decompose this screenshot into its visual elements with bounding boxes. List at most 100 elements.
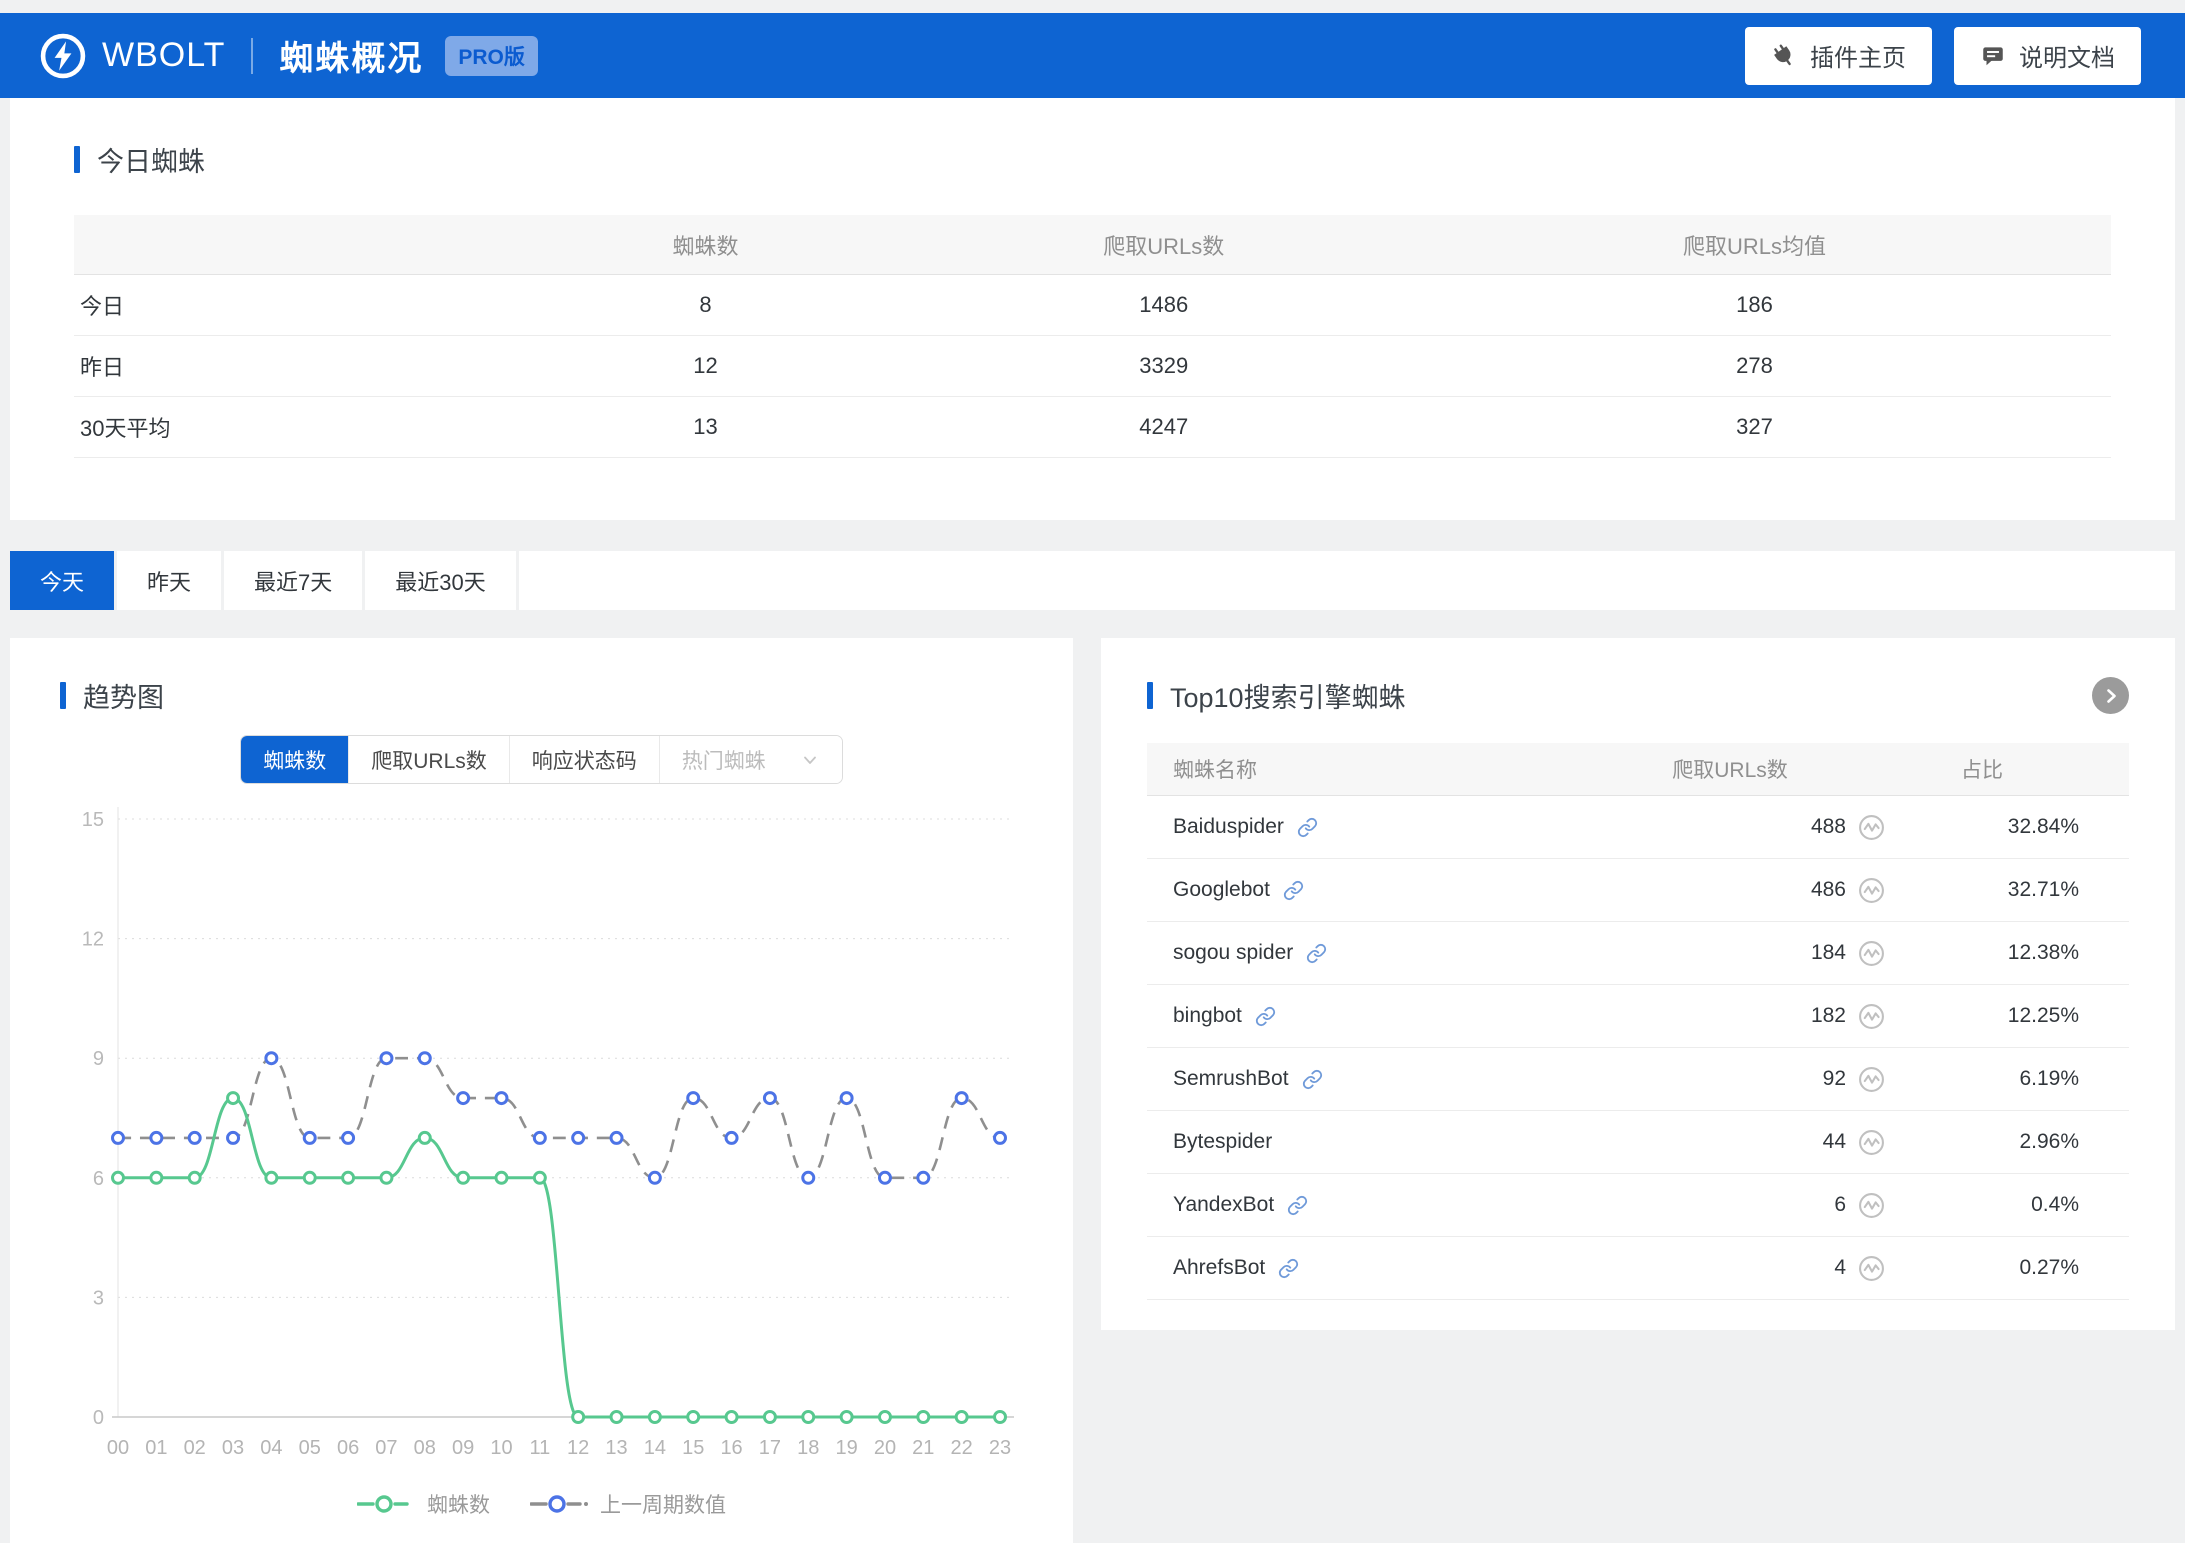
range-tab-今天[interactable]: 今天 bbox=[10, 551, 114, 610]
spider-name: AhrefsBot bbox=[1173, 1256, 1265, 1280]
top10-section-title-text: Top10搜索引擎蜘蛛 bbox=[1170, 676, 1406, 715]
svg-text:16: 16 bbox=[720, 1437, 742, 1459]
top10-table-header: 蜘蛛名称爬取URLs数占比 bbox=[1147, 743, 2129, 796]
spider-percent: 6.19% bbox=[2019, 1067, 2079, 1091]
trend-icon[interactable] bbox=[1858, 1066, 1885, 1093]
svg-text:6: 6 bbox=[93, 1168, 104, 1190]
stats-value: 8 bbox=[481, 275, 929, 336]
link-icon[interactable] bbox=[1297, 817, 1318, 838]
stats-value: 1486 bbox=[930, 275, 1399, 336]
chart-tab-响应状态码[interactable]: 响应状态码 bbox=[510, 736, 660, 783]
legend-item-蜘蛛数[interactable]: 蜘蛛数 bbox=[357, 1489, 490, 1519]
svg-text:07: 07 bbox=[375, 1437, 397, 1459]
top10-column-header: 占比 bbox=[1885, 754, 2115, 784]
svg-text:01: 01 bbox=[145, 1437, 167, 1459]
trend-icon[interactable] bbox=[1858, 1192, 1885, 1219]
trend-section-title-text: 趋势图 bbox=[83, 676, 164, 715]
link-icon[interactable] bbox=[1283, 880, 1304, 901]
brand-divider bbox=[251, 38, 253, 74]
trend-icon[interactable] bbox=[1858, 814, 1885, 841]
spider-urls-cell: 92 bbox=[1575, 1066, 1885, 1093]
trend-icon[interactable] bbox=[1858, 940, 1885, 967]
trend-section-title: 趋势图 bbox=[60, 676, 1023, 715]
svg-text:04: 04 bbox=[260, 1437, 282, 1459]
svg-text:10: 10 bbox=[490, 1437, 512, 1459]
spider-name: YandexBot bbox=[1173, 1193, 1274, 1217]
range-tabs-filler bbox=[519, 551, 2175, 610]
range-tab-最近7天[interactable]: 最近7天 bbox=[224, 551, 362, 610]
stats-value: 3329 bbox=[930, 336, 1399, 397]
header-actions: 插件主页 说明文档 bbox=[1745, 27, 2141, 85]
spider-percent: 0.4% bbox=[2031, 1193, 2079, 1217]
svg-text:9: 9 bbox=[93, 1048, 104, 1070]
spider-urls-count: 488 bbox=[1811, 815, 1846, 839]
range-tab-昨天[interactable]: 昨天 bbox=[117, 551, 221, 610]
top10-column-header: 爬取URLs数 bbox=[1575, 754, 1885, 784]
svg-text:3: 3 bbox=[93, 1287, 104, 1309]
svg-text:08: 08 bbox=[414, 1437, 436, 1459]
stats-column-header bbox=[74, 215, 481, 275]
hot-spider-select[interactable]: 热门蜘蛛 bbox=[660, 736, 842, 783]
today-spiders-card: 今日蜘蛛 蜘蛛数爬取URLs数爬取URLs均值今日81486186昨日12332… bbox=[10, 98, 2175, 520]
svg-text:21: 21 bbox=[912, 1437, 934, 1459]
chart-tab-爬取URLs数[interactable]: 爬取URLs数 bbox=[349, 736, 510, 783]
spider-urls-count: 486 bbox=[1811, 878, 1846, 902]
spider-row: bingbot18212.25% bbox=[1147, 985, 2129, 1048]
spider-percent: 32.71% bbox=[2008, 878, 2079, 902]
svg-text:09: 09 bbox=[452, 1437, 474, 1459]
spider-percent-cell: 32.71% bbox=[1885, 878, 2115, 902]
link-icon[interactable] bbox=[1302, 1069, 1323, 1090]
trend-line-chart: 0369121500010203040506070809101112131415… bbox=[60, 794, 1023, 1489]
link-icon[interactable] bbox=[1287, 1195, 1308, 1216]
svg-text:18: 18 bbox=[797, 1437, 819, 1459]
app-header: WBOLT 蜘蛛概况 PRO版 插件主页 说明文档 bbox=[0, 13, 2185, 98]
spider-name: Baiduspider bbox=[1173, 815, 1284, 839]
spider-percent: 12.25% bbox=[2008, 1004, 2079, 1028]
chart-tab-label: 爬取URLs数 bbox=[371, 745, 487, 775]
link-icon[interactable] bbox=[1278, 1258, 1299, 1279]
chevron-down-icon bbox=[800, 750, 820, 770]
spider-name-cell: AhrefsBot bbox=[1161, 1256, 1575, 1280]
spider-urls-count: 6 bbox=[1834, 1193, 1846, 1217]
plugin-home-button[interactable]: 插件主页 bbox=[1745, 27, 1932, 85]
top10-table-body: Baiduspider48832.84%Googlebot48632.71%so… bbox=[1147, 796, 2129, 1300]
link-icon[interactable] bbox=[1255, 1006, 1276, 1027]
spider-urls-cell: 4 bbox=[1575, 1255, 1885, 1282]
trend-icon[interactable] bbox=[1858, 1255, 1885, 1282]
spider-urls-count: 92 bbox=[1823, 1067, 1846, 1091]
spider-urls-cell: 6 bbox=[1575, 1192, 1885, 1219]
docs-label: 说明文档 bbox=[2019, 38, 2115, 73]
top10-column-header: 蜘蛛名称 bbox=[1161, 754, 1575, 784]
trend-icon[interactable] bbox=[1858, 877, 1885, 904]
title-accent-bar bbox=[74, 146, 80, 173]
spider-percent: 32.84% bbox=[2008, 815, 2079, 839]
docs-button[interactable]: 说明文档 bbox=[1954, 27, 2141, 85]
legend-label: 上一周期数值 bbox=[600, 1489, 726, 1519]
top10-more-button[interactable] bbox=[2092, 677, 2129, 714]
svg-text:06: 06 bbox=[337, 1437, 359, 1459]
legend-item-上一周期数值[interactable]: 上一周期数值 bbox=[530, 1489, 726, 1519]
top10-title-row: Top10搜索引擎蜘蛛 bbox=[1147, 676, 2129, 715]
spider-urls-count: 44 bbox=[1823, 1130, 1846, 1154]
spider-row: AhrefsBot40.27% bbox=[1147, 1237, 2129, 1300]
stats-column-header: 爬取URLs均值 bbox=[1398, 215, 2111, 275]
title-accent-bar bbox=[1147, 682, 1153, 709]
spider-name: SemrushBot bbox=[1173, 1067, 1289, 1091]
spider-name-cell: sogou spider bbox=[1161, 941, 1575, 965]
spider-name-cell: YandexBot bbox=[1161, 1193, 1575, 1217]
trend-icon[interactable] bbox=[1858, 1129, 1885, 1156]
chevron-right-icon bbox=[2101, 686, 2121, 706]
svg-text:02: 02 bbox=[184, 1437, 206, 1459]
trend-icon[interactable] bbox=[1858, 1003, 1885, 1030]
range-tab-最近30天[interactable]: 最近30天 bbox=[365, 551, 515, 610]
link-icon[interactable] bbox=[1306, 943, 1327, 964]
today-stats-table: 蜘蛛数爬取URLs数爬取URLs均值今日81486186昨日1233292783… bbox=[74, 215, 2111, 458]
svg-text:20: 20 bbox=[874, 1437, 896, 1459]
spider-name-cell: bingbot bbox=[1161, 1004, 1575, 1028]
brand-name: WBOLT bbox=[102, 36, 225, 75]
brand: WBOLT 蜘蛛概况 PRO版 bbox=[40, 31, 538, 80]
chart-tab-蜘蛛数[interactable]: 蜘蛛数 bbox=[241, 736, 349, 783]
legend-marker-icon bbox=[357, 1495, 417, 1513]
spider-row: Googlebot48632.71% bbox=[1147, 859, 2129, 922]
stats-row: 昨日123329278 bbox=[74, 336, 2111, 397]
